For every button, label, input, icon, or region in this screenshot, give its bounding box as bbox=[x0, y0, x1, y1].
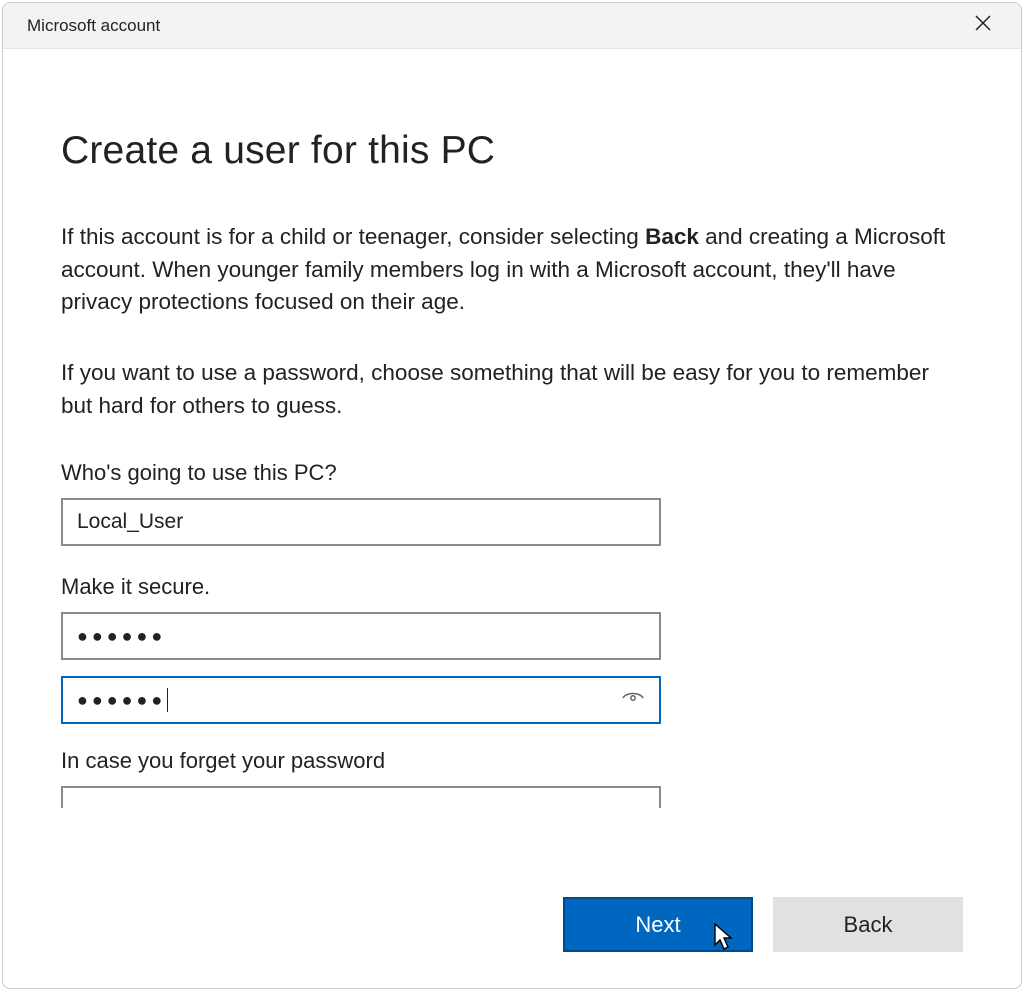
eye-icon bbox=[621, 688, 645, 711]
back-button[interactable]: Back bbox=[773, 897, 963, 952]
next-button[interactable]: Next bbox=[563, 897, 753, 952]
intro-paragraph-2: If you want to use a password, choose so… bbox=[61, 357, 963, 422]
next-button-label: Next bbox=[635, 912, 680, 938]
para1-bold: Back bbox=[645, 224, 699, 249]
password-masked: ●●●●●● bbox=[77, 626, 166, 647]
mouse-cursor-icon bbox=[713, 923, 735, 957]
password-confirm-masked: ●●●●●● bbox=[77, 690, 166, 711]
dialog-window: Microsoft account Create a user for this… bbox=[2, 2, 1022, 989]
window-title: Microsoft account bbox=[27, 16, 160, 36]
intro-paragraph-1: If this account is for a child or teenag… bbox=[61, 221, 963, 319]
password-reveal-button[interactable] bbox=[621, 688, 645, 712]
username-input[interactable]: Local_User bbox=[61, 498, 661, 546]
password-confirm-input[interactable]: ●●●●●● bbox=[61, 676, 661, 724]
security-section-label: In case you forget your password bbox=[61, 748, 963, 774]
text-cursor bbox=[167, 688, 168, 712]
username-value: Local_User bbox=[77, 510, 183, 534]
page-heading: Create a user for this PC bbox=[61, 129, 963, 173]
para1-pre: If this account is for a child or teenag… bbox=[61, 224, 645, 249]
back-button-label: Back bbox=[844, 912, 893, 938]
password-input[interactable]: ●●●●●● bbox=[61, 612, 661, 660]
username-label: Who's going to use this PC? bbox=[61, 460, 963, 486]
password-section-label: Make it secure. bbox=[61, 574, 963, 600]
close-button[interactable] bbox=[963, 6, 1003, 46]
security-question-input-partial[interactable] bbox=[61, 786, 661, 808]
content-area: Create a user for this PC If this accoun… bbox=[3, 49, 1021, 988]
footer-buttons: Next Back bbox=[563, 897, 963, 952]
close-icon bbox=[975, 15, 991, 36]
titlebar: Microsoft account bbox=[3, 3, 1021, 49]
